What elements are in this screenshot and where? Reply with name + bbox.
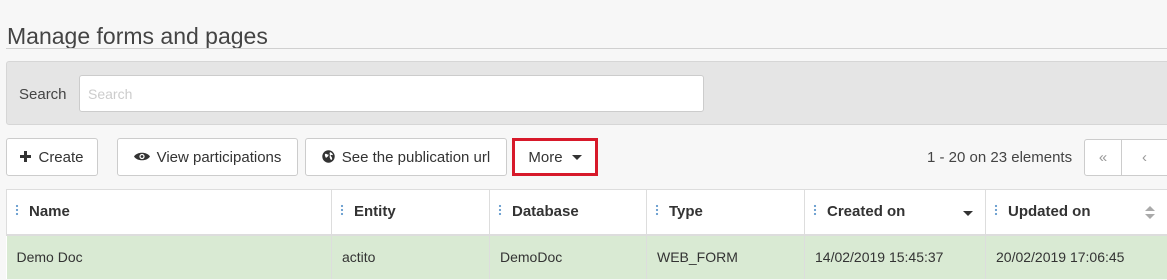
- table-header-row: Name Entity Database Type Created on Upd…: [6, 189, 1167, 236]
- title-divider: [6, 48, 1167, 49]
- more-button-label: More: [528, 148, 563, 166]
- column-header-name[interactable]: Name: [6, 189, 332, 236]
- cell-type: WEB_FORM: [646, 234, 805, 279]
- see-publication-url-label: See the publication url: [341, 148, 491, 166]
- page-title: Manage forms and pages: [7, 23, 268, 50]
- globe-icon: [322, 149, 335, 165]
- forms-table: Name Entity Database Type Created on Upd…: [6, 189, 1167, 279]
- previous-page-button[interactable]: ‹: [1121, 139, 1167, 176]
- cell-database: DemoDoc: [489, 234, 647, 279]
- search-label: Search: [19, 86, 67, 103]
- create-button-label: Create: [38, 148, 84, 166]
- cell-entity: actito: [331, 234, 490, 279]
- sort-descending-icon: [963, 211, 973, 216]
- see-publication-url-button[interactable]: See the publication url: [305, 138, 507, 176]
- drag-handle-icon[interactable]: [340, 204, 344, 218]
- view-participations-button[interactable]: View participations: [117, 138, 298, 176]
- create-button[interactable]: Create: [6, 138, 98, 176]
- view-participations-label: View participations: [156, 148, 282, 166]
- cell-name: Demo Doc: [6, 234, 332, 279]
- more-dropdown-button[interactable]: More: [512, 138, 598, 176]
- sort-icon: [1145, 206, 1155, 220]
- column-header-entity[interactable]: Entity: [331, 189, 490, 236]
- eye-icon: [133, 151, 150, 164]
- column-header-database[interactable]: Database: [489, 189, 647, 236]
- caret-down-icon: [571, 154, 582, 160]
- column-header-updated-on[interactable]: Updated on: [985, 189, 1167, 236]
- drag-handle-icon[interactable]: [498, 204, 502, 218]
- drag-handle-icon[interactable]: [15, 204, 19, 218]
- drag-handle-icon[interactable]: [813, 204, 817, 218]
- table-row[interactable]: Demo Doc actito DemoDoc WEB_FORM 14/02/2…: [6, 234, 1167, 279]
- cell-created-on: 14/02/2019 15:45:37: [804, 234, 986, 279]
- search-input[interactable]: [79, 75, 704, 112]
- pagination-info: 1 - 20 on 23 elements: [927, 149, 1073, 166]
- drag-handle-icon[interactable]: [994, 204, 998, 218]
- column-header-created-on[interactable]: Created on: [804, 189, 986, 236]
- cell-updated-on: 20/02/2019 17:06:45: [985, 234, 1167, 279]
- first-page-button[interactable]: «: [1084, 139, 1122, 176]
- column-header-type[interactable]: Type: [646, 189, 805, 236]
- drag-handle-icon[interactable]: [655, 204, 659, 218]
- plus-icon: [20, 150, 32, 164]
- search-panel: Search: [6, 61, 1167, 125]
